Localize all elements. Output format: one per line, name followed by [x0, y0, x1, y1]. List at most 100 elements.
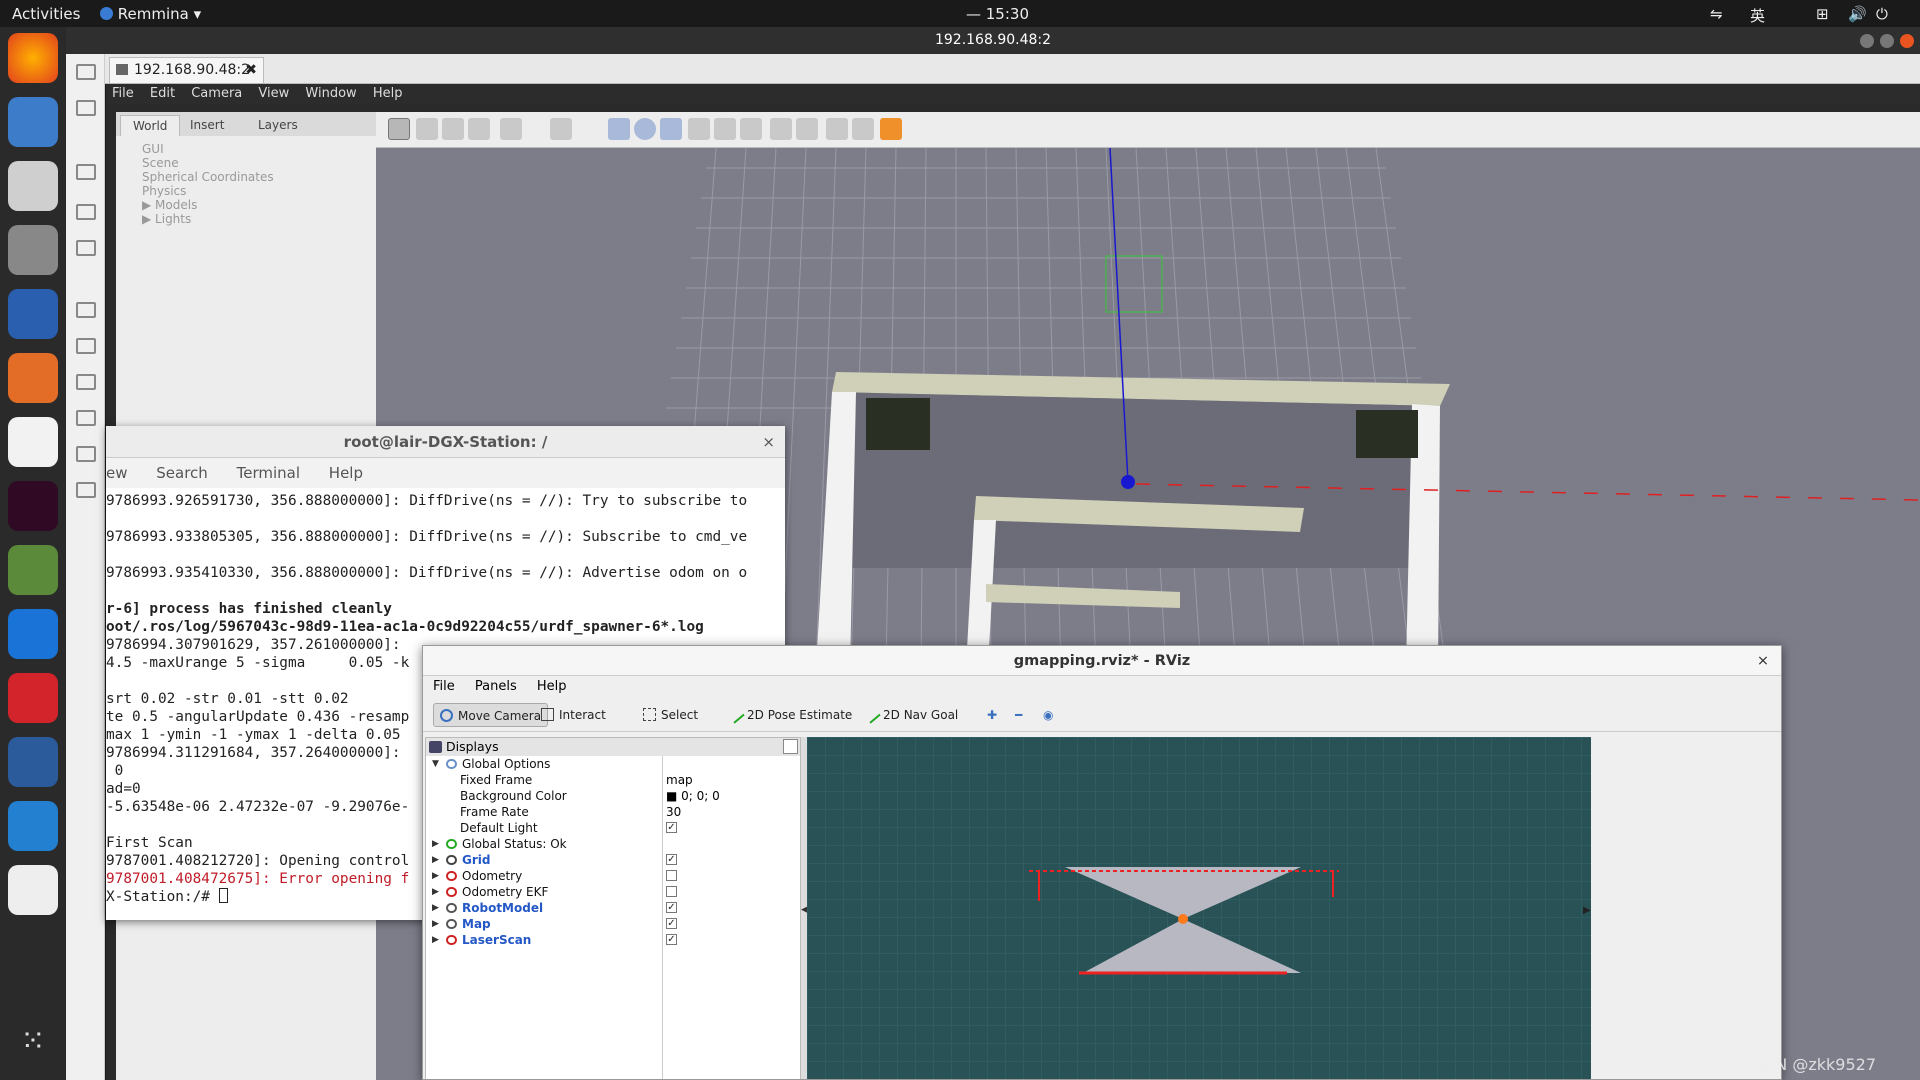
spot-light-icon[interactable] [714, 118, 736, 140]
point-light-icon[interactable] [688, 118, 710, 140]
activities-button[interactable]: Activities [12, 5, 80, 23]
settings-icon[interactable] [8, 545, 58, 595]
nav-goal-button[interactable]: 2D Nav Goal [859, 703, 964, 727]
tree-item-gui[interactable]: GUI [142, 142, 350, 156]
display-row-global-options[interactable]: ▼ Global Options [426, 756, 800, 772]
tree-item-lights[interactable]: ▶ Lights [142, 212, 350, 226]
netease-music-icon[interactable] [8, 673, 58, 723]
terminal-icon[interactable] [8, 481, 58, 531]
tree-item-spherical[interactable]: Spherical Coordinates [142, 170, 350, 184]
minimize-button[interactable] [1860, 34, 1874, 48]
add-tool-icon[interactable]: ✚ [979, 703, 1005, 727]
sphere-shape-icon[interactable] [634, 118, 656, 140]
terminal-menu-terminal[interactable]: Terminal [237, 464, 300, 482]
multi-monitor-icon[interactable] [76, 204, 96, 220]
move-camera-button[interactable]: Move Camera [433, 703, 549, 727]
scale-mode-icon[interactable] [468, 118, 490, 140]
rotate-icon[interactable] [442, 118, 464, 140]
display-row-default-light[interactable]: Default Light ✓ [426, 820, 800, 836]
display-row-grid[interactable]: ▶ Grid ✓ [426, 852, 800, 868]
document-viewer-icon[interactable] [8, 865, 58, 915]
rviz-menu-panels[interactable]: Panels [475, 679, 517, 694]
tab-world[interactable]: World [120, 115, 181, 136]
display-row-frame-rate[interactable]: Frame Rate 30 [426, 804, 800, 820]
rhythmbox-icon[interactable] [8, 225, 58, 275]
display-row-robotmodel[interactable]: ▶ RobotModel ✓ [426, 900, 800, 916]
terminal-menu-help[interactable]: Help [329, 464, 363, 482]
maximize-button[interactable] [1880, 34, 1894, 48]
interact-button[interactable]: Interact [535, 703, 612, 727]
enabled-checkbox[interactable]: ✓ [666, 902, 677, 913]
tree-item-models[interactable]: ▶ Models [142, 198, 350, 212]
snap-icon[interactable] [852, 118, 874, 140]
select-button[interactable]: Select [637, 703, 704, 727]
tools-icon[interactable] [76, 374, 96, 390]
gazebo-menu-edit[interactable]: Edit [150, 86, 175, 101]
tab-layers[interactable]: Layers [246, 115, 310, 136]
display-row-global-status-ok[interactable]: ▶ Global Status: Ok [426, 836, 800, 852]
display-row-laserscan[interactable]: ▶ LaserScan ✓ [426, 932, 800, 948]
close-button[interactable] [1900, 34, 1914, 48]
rviz-menu-file[interactable]: File [433, 679, 455, 694]
display-row-odometry-ekf[interactable]: ▶ Odometry EKF [426, 884, 800, 900]
display-row-fixed-frame[interactable]: Fixed Frame map [426, 772, 800, 788]
undo-icon[interactable] [500, 118, 522, 140]
enabled-checkbox[interactable]: ✓ [666, 918, 677, 929]
rviz-3d-view[interactable]: ▶ [807, 737, 1591, 1079]
display-row-odometry[interactable]: ▶ Odometry [426, 868, 800, 884]
expand-right-icon[interactable]: ▶ [432, 916, 439, 932]
firefox-icon[interactable] [8, 33, 58, 83]
tree-item-physics[interactable]: Physics [142, 184, 350, 198]
float-panel-icon[interactable] [783, 739, 798, 754]
clock[interactable]: — 15:30 [966, 5, 1029, 23]
amazon-icon[interactable] [8, 417, 58, 467]
enabled-checkbox[interactable] [666, 886, 677, 897]
scale-icon[interactable] [76, 164, 96, 180]
power-icon[interactable]: ⏻ [1876, 5, 1888, 23]
redo-icon[interactable] [550, 118, 572, 140]
fit-window-icon[interactable] [76, 64, 96, 80]
remove-tool-icon[interactable]: ━ [1007, 703, 1030, 727]
enabled-checkbox[interactable] [666, 870, 677, 881]
keyboard-layout-icon[interactable]: ⇋ [1710, 5, 1723, 23]
expand-right-icon[interactable]: ▶ [432, 932, 439, 948]
files-icon[interactable] [8, 161, 58, 211]
thunderbird-icon[interactable] [8, 97, 58, 147]
expand-right-icon[interactable]: ▶ [432, 852, 439, 868]
expand-down-icon[interactable]: ▼ [432, 756, 439, 772]
software-center-icon[interactable] [8, 353, 58, 403]
cylinder-shape-icon[interactable] [660, 118, 682, 140]
gazebo-menu-file[interactable]: File [112, 86, 134, 101]
fullscreen-icon[interactable] [76, 100, 96, 116]
terminal-menu-view[interactable]: ew [106, 464, 128, 482]
tree-item-scene[interactable]: Scene [142, 156, 350, 170]
enabled-checkbox[interactable]: ✓ [666, 854, 677, 865]
copy-icon[interactable] [770, 118, 792, 140]
color-icon[interactable] [880, 118, 902, 140]
camera-type-icon[interactable]: ◉ [1035, 703, 1061, 727]
remmina-app-menu[interactable]: Remmina ▾ [100, 5, 201, 23]
display-row-background-color[interactable]: Background Color ■ 0; 0; 0 [426, 788, 800, 804]
screenshot-icon[interactable] [76, 410, 96, 426]
display-row-map[interactable]: ▶ Map ✓ [426, 916, 800, 932]
expand-right-icon[interactable]: ▶ [432, 836, 439, 852]
tab-close-icon[interactable]: ✖ [245, 58, 257, 82]
preferences-icon[interactable] [76, 338, 96, 354]
writer-icon[interactable] [8, 289, 58, 339]
expand-right-icon[interactable]: ▶ [432, 868, 439, 884]
gazebo-menu-camera[interactable]: Camera [191, 86, 242, 101]
minimize-connection-icon[interactable] [76, 446, 96, 462]
disconnect-icon[interactable] [76, 482, 96, 498]
translate-icon[interactable] [416, 118, 438, 140]
select-mode-icon[interactable] [388, 118, 410, 140]
display-value[interactable]: map [666, 772, 693, 788]
vscode-icon[interactable] [8, 801, 58, 851]
rviz-close-icon[interactable]: × [1757, 646, 1769, 676]
ime-indicator[interactable]: 英 [1750, 5, 1765, 26]
connection-tab[interactable]: 192.168.90.48:2 ✖ [109, 57, 264, 83]
align-icon[interactable] [826, 118, 848, 140]
enabled-checkbox[interactable]: ✓ [666, 822, 677, 833]
gazebo-menu-window[interactable]: Window [305, 86, 356, 101]
remmina-dock-icon[interactable] [8, 737, 58, 787]
paste-icon[interactable] [796, 118, 818, 140]
